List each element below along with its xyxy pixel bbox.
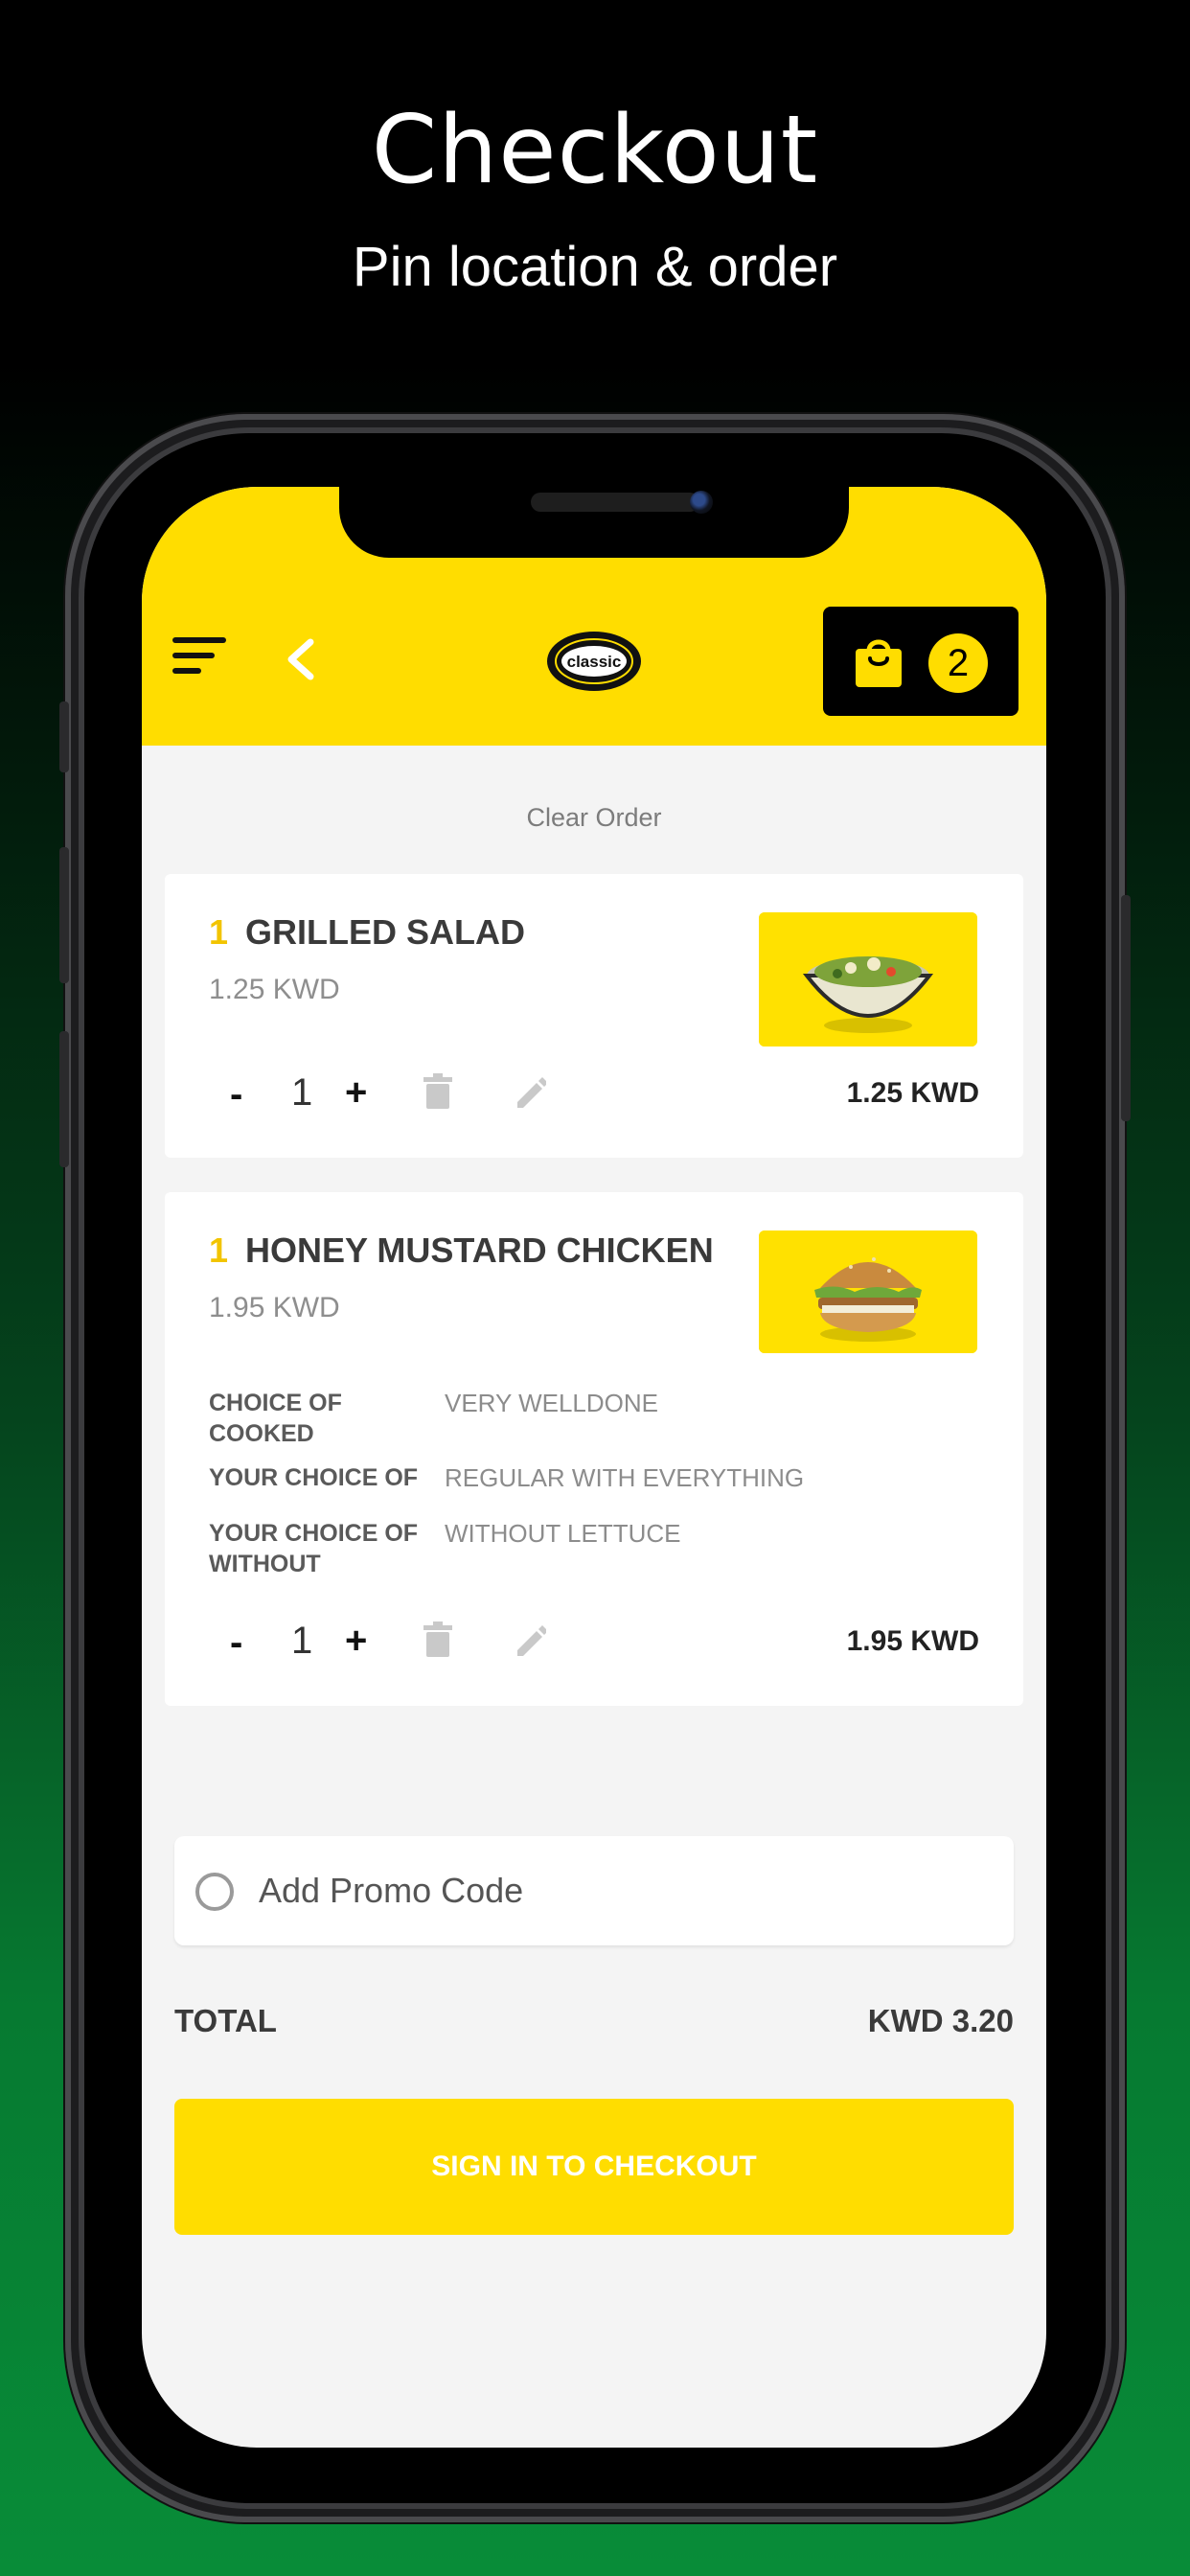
increment-button[interactable]: +: [345, 1071, 367, 1115]
pencil-icon[interactable]: [514, 1073, 546, 1110]
pencil-icon[interactable]: [514, 1622, 546, 1658]
decrement-button[interactable]: -: [230, 1073, 242, 1116]
option-value: WITHOUT LETTUCE: [445, 1519, 681, 1548]
item-name: GRILLED SALAD: [245, 912, 525, 952]
increment-button[interactable]: +: [345, 1620, 367, 1663]
phone-volume-down: [59, 1031, 69, 1167]
promo-title: Checkout: [371, 96, 819, 205]
quantity-value: 1: [291, 1620, 313, 1662]
phone-power-button: [1121, 895, 1131, 1121]
front-camera-icon: [690, 491, 713, 514]
app-screen: classic 2 Clear Order 1 GRILLED SALAD 1.…: [142, 487, 1046, 2448]
promo-subtitle: Pin location & order: [352, 236, 838, 298]
promo-radio-icon[interactable]: [195, 1873, 234, 1911]
promo-code-field[interactable]: Add Promo Code: [174, 1836, 1014, 1945]
item-image-salad: [759, 912, 977, 1046]
option-label: YOUR CHOICE OF: [209, 1464, 419, 1491]
item-line-total: 1.95 KWD: [846, 1625, 979, 1657]
brand-logo[interactable]: classic: [546, 631, 642, 692]
item-unit-price: 1.25 KWD: [209, 974, 340, 1005]
option-value: REGULAR WITH EVERYTHING: [445, 1463, 805, 1492]
device-notch: [339, 487, 849, 558]
option-label: CHOICE OF COOKED: [209, 1390, 342, 1447]
promo-code-label: Add Promo Code: [259, 1871, 524, 1910]
sign-in-to-checkout-button[interactable]: SIGN IN TO CHECKOUT: [174, 2099, 1014, 2235]
trash-icon[interactable]: [422, 1622, 454, 1658]
total-value: KWD 3.20: [867, 2003, 1014, 2038]
item-qty-badge: 1: [209, 912, 229, 952]
total-label: TOTAL: [174, 2003, 277, 2038]
item-image-burger: [759, 1230, 977, 1353]
logo-text: classic: [567, 653, 622, 671]
shopping-bag-icon: [856, 639, 902, 687]
phone-mute-switch: [59, 702, 69, 772]
cart-count-badge: 2: [928, 633, 988, 693]
clear-order-link[interactable]: Clear Order: [142, 803, 1046, 833]
phone-volume-up: [59, 847, 69, 983]
cart-button[interactable]: 2: [823, 607, 1018, 716]
item-unit-price: 1.95 KWD: [209, 1292, 340, 1323]
item-name: HONEY MUSTARD CHICKEN: [245, 1230, 714, 1270]
quantity-value: 1: [291, 1071, 313, 1114]
trash-icon[interactable]: [422, 1073, 454, 1110]
option-value: VERY WELLDONE: [445, 1389, 659, 1417]
item-line-total: 1.25 KWD: [846, 1077, 979, 1109]
hamburger-menu-icon[interactable]: [171, 635, 228, 678]
option-label: YOUR CHOICE OF WITHOUT: [209, 1520, 419, 1577]
speaker-grille: [531, 493, 699, 512]
salad-bowl-icon: [759, 912, 977, 1046]
item-qty-badge: 1: [209, 1230, 229, 1270]
cart-item-card: 1 HONEY MUSTARD CHICKEN 1.95 KWD CHOICE …: [165, 1192, 1023, 1706]
decrement-button[interactable]: -: [230, 1622, 242, 1665]
chevron-left-icon[interactable]: [284, 638, 318, 680]
burger-icon: [759, 1230, 977, 1353]
cart-item-card: 1 GRILLED SALAD 1.25 KWD - 1 + 1.25 KWD: [165, 874, 1023, 1158]
